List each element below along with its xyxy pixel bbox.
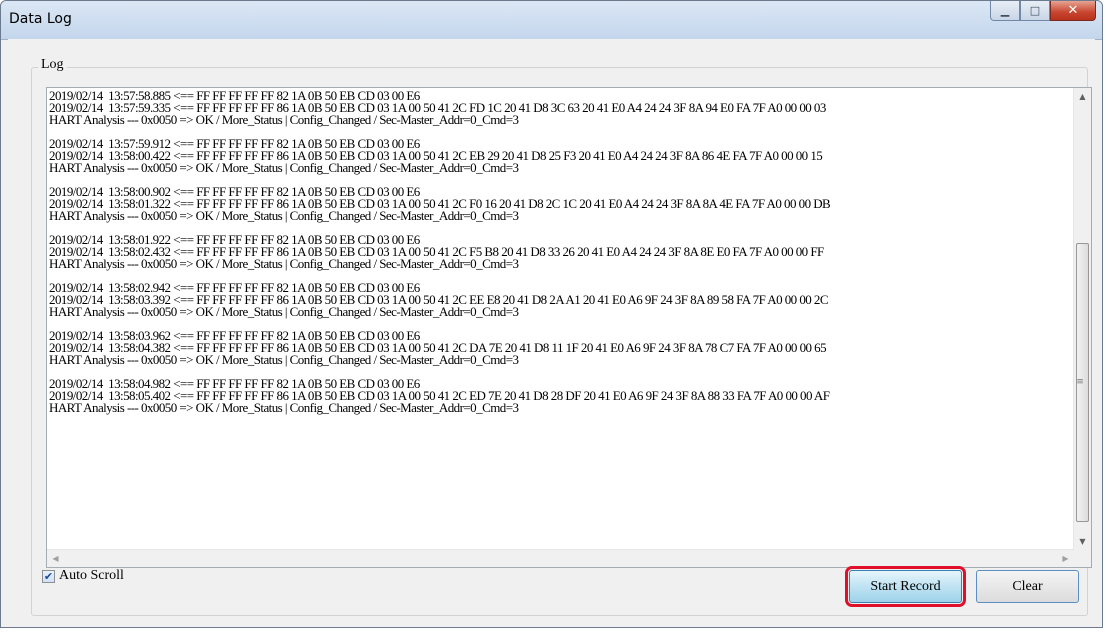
log-line: HART Analysis --- 0x0050 => OK / More_St… bbox=[49, 160, 519, 175]
log-line: HART Analysis --- 0x0050 => OK / More_St… bbox=[49, 208, 519, 223]
window-title: Data Log bbox=[9, 11, 72, 27]
clear-button[interactable]: Clear bbox=[976, 570, 1079, 603]
auto-scroll-checkbox[interactable]: ✔ Auto Scroll bbox=[42, 568, 124, 584]
data-log-window: Data Log ▁ □ ✕ Log 2019/02/14 13:57:58.8… bbox=[0, 0, 1103, 628]
maximize-icon: □ bbox=[1029, 4, 1041, 17]
client-area: Log 2019/02/14 13:57:58.885 <== FF FF FF… bbox=[8, 39, 1095, 620]
log-textbox[interactable]: 2019/02/14 13:57:58.885 <== FF FF FF FF … bbox=[46, 87, 1092, 568]
horizontal-scrollbar[interactable]: ◀ ▶ bbox=[47, 549, 1074, 567]
caption-buttons: ▁ □ ✕ bbox=[990, 1, 1096, 21]
log-line: HART Analysis --- 0x0050 => OK / More_St… bbox=[49, 256, 519, 271]
scroll-down-icon[interactable]: ▼ bbox=[1074, 533, 1091, 550]
log-line: HART Analysis --- 0x0050 => OK / More_St… bbox=[49, 304, 519, 319]
scroll-grip-icon: ≡ bbox=[1076, 377, 1084, 387]
close-button[interactable]: ✕ bbox=[1050, 1, 1096, 21]
log-line: HART Analysis --- 0x0050 => OK / More_St… bbox=[49, 352, 519, 367]
scrollbar-corner bbox=[1074, 550, 1091, 567]
minimize-icon: ▁ bbox=[1000, 4, 1010, 17]
log-content: 2019/02/14 13:57:58.885 <== FF FF FF FF … bbox=[47, 88, 1074, 550]
log-line: HART Analysis --- 0x0050 => OK / More_St… bbox=[49, 112, 519, 127]
vertical-scrollbar[interactable]: ▲ ≡ ▼ bbox=[1073, 88, 1091, 550]
log-group-label: Log bbox=[38, 57, 67, 73]
close-icon: ✕ bbox=[1067, 3, 1079, 18]
scroll-right-icon[interactable]: ▶ bbox=[1057, 550, 1074, 567]
scroll-up-icon[interactable]: ▲ bbox=[1074, 88, 1091, 105]
title-bar[interactable]: Data Log ▁ □ ✕ bbox=[1, 1, 1102, 40]
auto-scroll-label: Auto Scroll bbox=[59, 568, 124, 583]
log-line: HART Analysis --- 0x0050 => OK / More_St… bbox=[49, 400, 519, 415]
minimize-button[interactable]: ▁ bbox=[990, 1, 1020, 21]
maximize-button[interactable]: □ bbox=[1020, 1, 1050, 21]
scroll-left-icon[interactable]: ◀ bbox=[47, 550, 64, 567]
checkbox-check-icon[interactable]: ✔ bbox=[42, 569, 55, 583]
start-record-button[interactable]: Start Record bbox=[845, 566, 966, 607]
